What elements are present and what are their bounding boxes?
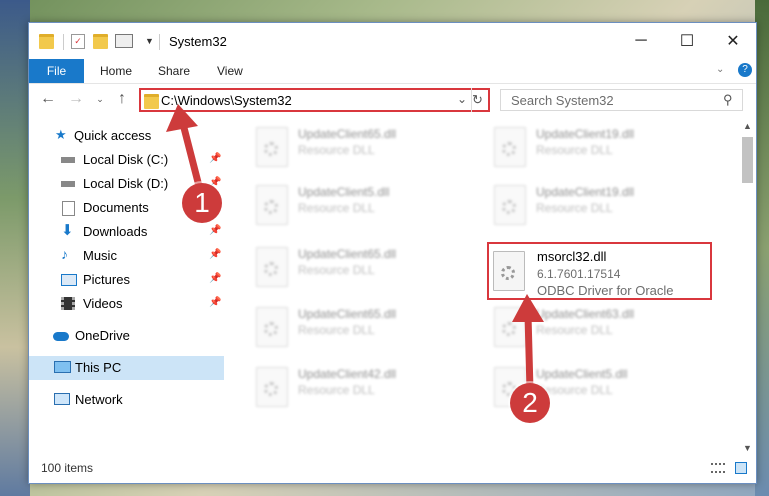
annotation-arrows: [166, 104, 544, 394]
arrow-to-file: [524, 311, 534, 394]
step-1-badge: 1: [182, 183, 222, 223]
arrow-head-1: [166, 104, 198, 132]
step-2-badge: 2: [510, 383, 550, 423]
arrow-to-address-bar: [178, 116, 204, 194]
arrow-head-2: [512, 294, 544, 322]
